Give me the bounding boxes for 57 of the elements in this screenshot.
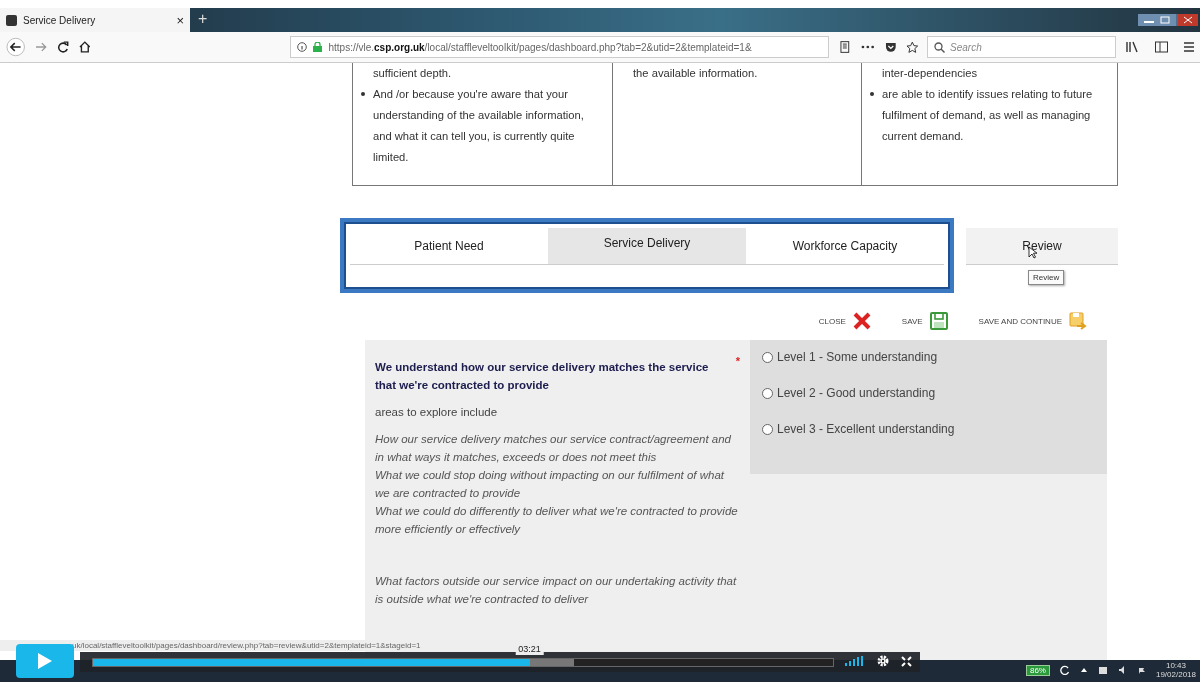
question-title: We understand how our service delivery matches the service that we're contracted to provide bbox=[375, 361, 709, 391]
browser-tab[interactable]: Service Delivery × bbox=[0, 8, 190, 32]
search-field[interactable]: Search bbox=[927, 36, 1117, 58]
tray-arrow-icon[interactable] bbox=[1079, 666, 1088, 674]
section-tab[interactable]: Service Delivery bbox=[548, 228, 746, 264]
volume-icon[interactable] bbox=[845, 656, 865, 666]
action-button[interactable]: CLOSE bbox=[818, 311, 872, 331]
prompt-text: What factors outside our service impact on our undertaking activity that is outside what we're contracted to deliver bbox=[375, 574, 738, 607]
tab-title: Service Delivery bbox=[23, 14, 97, 26]
site-logo-icon bbox=[6, 14, 17, 26]
reader-view-icon[interactable] bbox=[839, 41, 852, 53]
close-icon bbox=[851, 311, 872, 331]
sidebar-icon[interactable] bbox=[1155, 41, 1169, 53]
clock[interactable]: 10:43 19/02/2018 bbox=[1155, 661, 1196, 679]
radio-option[interactable]: Level 1 - Some understanding bbox=[762, 350, 1095, 364]
descriptor-text: the available information. bbox=[633, 67, 758, 79]
prompt-text: What we could stop doing without impacting on our fulfilment of what we are contracted to provide bbox=[375, 468, 726, 501]
descriptor-text: And /or because you're aware that your understanding of the available information, and what it can tell you, is currently quite limited. bbox=[373, 88, 584, 163]
menu-icon[interactable] bbox=[1184, 41, 1195, 53]
bookmark-star-icon[interactable] bbox=[906, 40, 920, 54]
radio-option[interactable]: Level 3 - Excellent understanding bbox=[762, 422, 1095, 436]
info-icon[interactable] bbox=[297, 42, 308, 52]
search-icon bbox=[934, 41, 946, 53]
prompt-text: What we could do differently to deliver what we're contracted to provide more efficiently or effectively bbox=[375, 504, 739, 537]
radio-button[interactable] bbox=[762, 387, 773, 399]
library-icon[interactable] bbox=[1126, 41, 1140, 53]
battery-indicator: 86% bbox=[1025, 664, 1050, 676]
fullscreen-icon[interactable] bbox=[901, 655, 912, 667]
window-controls-icon[interactable] bbox=[1138, 14, 1198, 26]
radio-option[interactable]: Level 2 - Good understanding bbox=[762, 386, 1095, 400]
sync-icon[interactable] bbox=[1059, 665, 1070, 675]
flag-icon[interactable] bbox=[1137, 666, 1146, 674]
descriptor-text: sufficient depth. bbox=[373, 67, 452, 79]
radio-button[interactable] bbox=[762, 351, 773, 363]
floppy-arrow-icon bbox=[1068, 311, 1088, 331]
action-button[interactable]: SAVE bbox=[901, 311, 949, 331]
home-icon[interactable] bbox=[78, 41, 91, 53]
section-tab[interactable]: Review bbox=[966, 228, 1118, 264]
descriptor-text: inter-dependencies bbox=[882, 67, 978, 79]
new-tab-button[interactable]: + bbox=[190, 8, 216, 32]
url-text: https://vle.csp.org.uk/local/staffleveltoolkit/pages/dashboard.php?tab=2&utid=2&templateid=1& bbox=[328, 41, 752, 53]
time-tooltip: 03:21 bbox=[515, 643, 544, 655]
back-icon[interactable] bbox=[6, 37, 26, 57]
pocket-icon[interactable] bbox=[884, 41, 897, 53]
prompt-text: How our service delivery matches our service contract/agreement and in what ways it matches, exceeds or does not meet this bbox=[375, 432, 733, 465]
action-button[interactable]: SAVE AND CONTINUE bbox=[978, 311, 1088, 331]
tooltip: Review bbox=[1028, 270, 1065, 285]
play-icon bbox=[37, 652, 53, 670]
address-bar[interactable]: https://vle.csp.org.uk/local/staffleveltoolkit/pages/dashboard.php?tab=2&utid=2&templateid=1& bbox=[290, 36, 830, 58]
radio-button[interactable] bbox=[762, 423, 773, 435]
settings-icon[interactable] bbox=[877, 655, 889, 667]
descriptor-text: are able to identify issues relating to future fulfilment of demand, as well as managing current demand. bbox=[882, 88, 1093, 142]
close-tab-button[interactable]: × bbox=[176, 12, 184, 28]
reload-icon[interactable] bbox=[57, 41, 69, 53]
padlock-icon bbox=[313, 42, 323, 52]
required-mark: * bbox=[735, 354, 740, 369]
subtitle-text: areas to explore include bbox=[375, 406, 499, 418]
